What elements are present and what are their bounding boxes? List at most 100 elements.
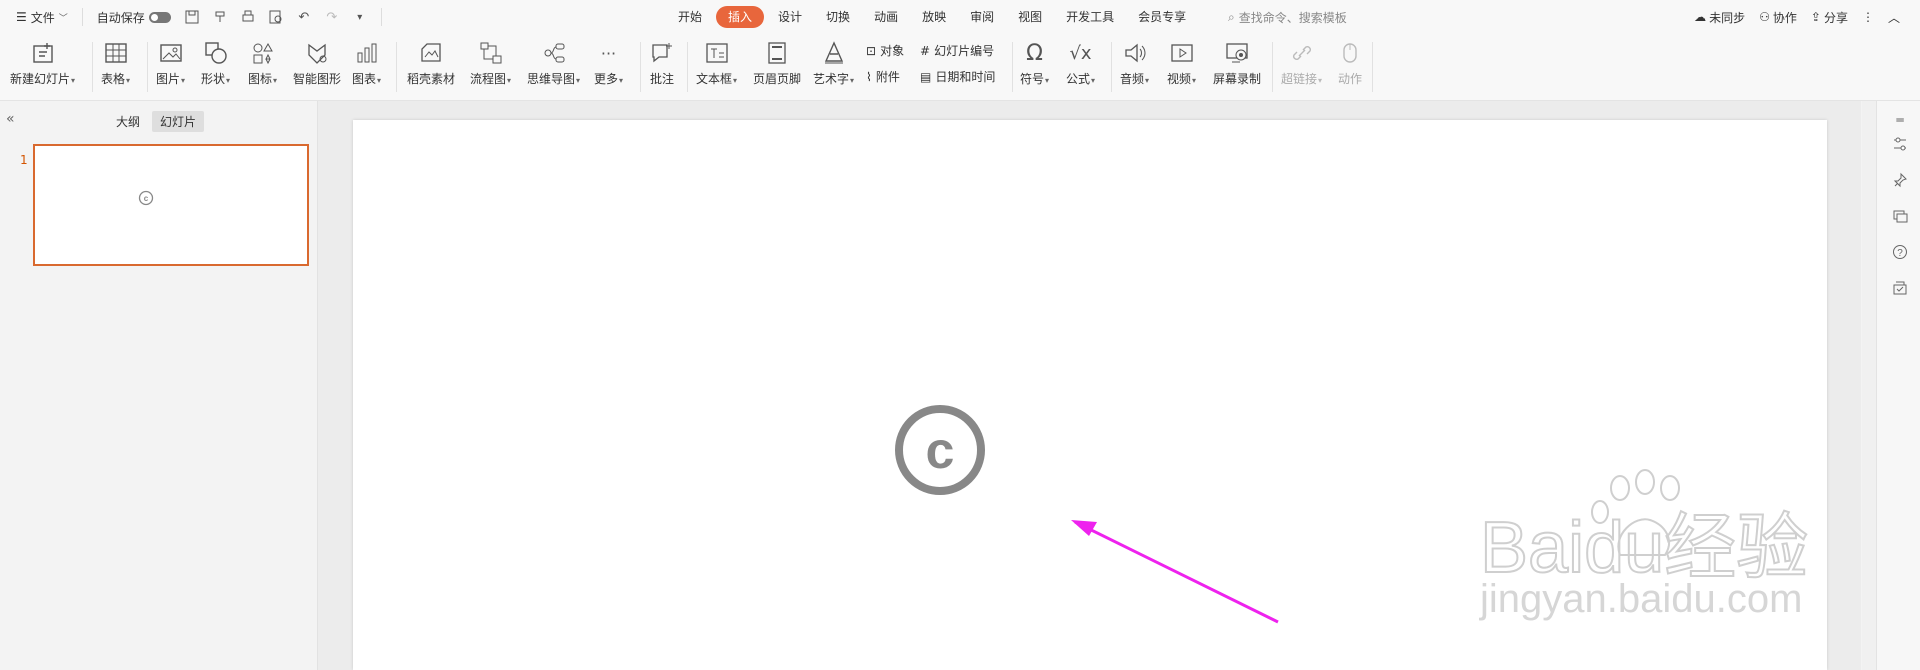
print-icon[interactable] bbox=[237, 6, 259, 28]
collapse-panel-icon[interactable]: « bbox=[6, 111, 15, 127]
date-time-button[interactable]: ▤ 日期和时间 bbox=[920, 68, 995, 85]
new-slide-icon bbox=[29, 38, 57, 68]
watermark-url: jingyan.baidu.com bbox=[1479, 577, 1802, 621]
tab-slides[interactable]: 幻灯片 bbox=[152, 111, 205, 132]
header-footer-icon bbox=[763, 38, 791, 68]
picture-button[interactable]: 图片▾ bbox=[156, 38, 185, 96]
audio-label: 音频 bbox=[1120, 72, 1145, 86]
undo-icon[interactable]: ↶ bbox=[293, 6, 315, 28]
header-footer-button[interactable]: 页眉页脚 bbox=[753, 38, 801, 96]
icon-button[interactable]: 图标▾ bbox=[248, 38, 277, 96]
screen-record-button[interactable]: 屏幕录制 bbox=[1213, 38, 1261, 96]
date-time-label: 日期和时间 bbox=[935, 70, 996, 84]
cloud-icon: ☁ bbox=[1694, 10, 1707, 24]
smart-graphic-button[interactable]: 智能图形 bbox=[293, 38, 341, 96]
tab-slideshow[interactable]: 放映 bbox=[910, 6, 958, 28]
copyright-symbol[interactable]: c bbox=[895, 405, 985, 495]
save-icon[interactable] bbox=[181, 6, 203, 28]
customize-toolbar-icon[interactable]: ▾ bbox=[349, 6, 371, 28]
toggle-switch-icon[interactable] bbox=[148, 11, 171, 23]
tab-outline[interactable]: 大纲 bbox=[108, 111, 148, 132]
chevron-down-icon: ﹀ bbox=[58, 13, 68, 24]
header-footer-label: 页眉页脚 bbox=[753, 72, 802, 86]
tab-membership[interactable]: 会员专享 bbox=[1126, 6, 1198, 28]
new-slide-button[interactable]: 新建幻灯片▾ bbox=[10, 38, 75, 96]
omega-icon: Ω bbox=[1026, 40, 1043, 66]
video-icon bbox=[1168, 38, 1196, 68]
backup-icon[interactable] bbox=[1891, 279, 1909, 297]
formula-button[interactable]: √x 公式▾ bbox=[1066, 38, 1095, 96]
chart-button[interactable]: 图表▾ bbox=[352, 38, 381, 96]
symbol-button[interactable]: Ω 符号▾ bbox=[1020, 38, 1049, 96]
mouse-icon bbox=[1336, 38, 1364, 68]
sync-button[interactable]: ☁ 未同步 bbox=[1694, 9, 1745, 26]
slide-number-label: 幻灯片编号 bbox=[934, 44, 995, 58]
docer-material-label: 稻壳素材 bbox=[407, 72, 456, 86]
shape-label: 形状 bbox=[201, 72, 226, 86]
copyright-letter: c bbox=[926, 422, 955, 480]
chart-label: 图表 bbox=[352, 72, 377, 86]
docer-material-button[interactable]: 稻壳素材 bbox=[407, 38, 455, 96]
print-preview-icon[interactable] bbox=[265, 6, 287, 28]
tab-view[interactable]: 视图 bbox=[1006, 6, 1054, 28]
flowchart-icon bbox=[477, 38, 505, 68]
mindmap-icon bbox=[540, 38, 568, 68]
slides-icon[interactable] bbox=[1891, 207, 1909, 225]
tab-developer[interactable]: 开发工具 bbox=[1054, 6, 1126, 28]
more-label: 更多 bbox=[594, 72, 619, 86]
smart-graphic-icon bbox=[303, 38, 331, 68]
tab-design[interactable]: 设计 bbox=[766, 6, 814, 28]
screen-record-icon bbox=[1223, 38, 1251, 68]
pin-icon[interactable] bbox=[1891, 171, 1909, 189]
file-menu[interactable]: ☰ 文件 ﹀ bbox=[12, 5, 72, 29]
slide-number-button[interactable]: # 幻灯片编号 bbox=[920, 42, 994, 59]
command-search[interactable]: ⌕ 查找命令、搜索模板 bbox=[1228, 0, 1347, 34]
share-button[interactable]: ⇪ 分享 bbox=[1811, 9, 1848, 26]
shape-button[interactable]: 形状▾ bbox=[201, 38, 230, 96]
baidu-watermark: Baidu经验 jingyan.baidu.com bbox=[1479, 469, 1809, 621]
ellipsis-icon: ··· bbox=[600, 43, 617, 63]
action-button[interactable]: 动作 bbox=[1336, 38, 1364, 96]
mindmap-button[interactable]: 思维导图▾ bbox=[527, 38, 580, 96]
autosave-toggle[interactable]: 自动保存 bbox=[93, 5, 175, 29]
audio-button[interactable]: 音频▾ bbox=[1120, 38, 1149, 96]
hyperlink-button[interactable]: 超链接▾ bbox=[1281, 38, 1322, 96]
title-bar: ☰ 文件 ﹀ 自动保存 ↶ ↷ ▾ 开始 插入 设计 切换 动画 放映 审阅 视… bbox=[0, 0, 1920, 34]
object-label: 对象 bbox=[880, 44, 905, 58]
slide-thumbnail[interactable]: c bbox=[33, 144, 309, 266]
textbox-button[interactable]: 文本框▾ bbox=[696, 38, 737, 96]
video-button[interactable]: 视频▾ bbox=[1167, 38, 1196, 96]
collab-button[interactable]: ⚇ 协作 bbox=[1759, 9, 1797, 26]
wordart-button[interactable]: 艺术字▾ bbox=[813, 38, 854, 96]
attachment-button[interactable]: ⌇ 附件 bbox=[866, 68, 900, 85]
speaker-icon bbox=[1121, 38, 1149, 68]
sync-label: 未同步 bbox=[1709, 10, 1746, 25]
hamburger-icon: ☰ bbox=[16, 10, 27, 24]
redo-icon[interactable]: ↷ bbox=[321, 6, 343, 28]
video-label: 视频 bbox=[1167, 72, 1192, 86]
object-button[interactable]: ⊡ 对象 bbox=[866, 42, 904, 59]
settings-sliders-icon[interactable] bbox=[1891, 135, 1909, 153]
tab-home[interactable]: 开始 bbox=[666, 6, 714, 28]
textbox-label: 文本框 bbox=[696, 72, 733, 86]
table-label: 表格 bbox=[101, 72, 126, 86]
comment-button[interactable]: 批注 bbox=[648, 38, 676, 96]
drag-handle-icon[interactable]: ═ bbox=[1891, 111, 1909, 129]
vertical-scrollbar[interactable] bbox=[1862, 101, 1876, 670]
share-icon: ⇪ bbox=[1810, 10, 1821, 24]
collapse-ribbon-icon[interactable]: ︿ bbox=[1888, 9, 1900, 26]
more-options-icon[interactable]: ⋮ bbox=[1862, 10, 1874, 24]
watermark-brand: Baidu经验 bbox=[1480, 508, 1808, 588]
flowchart-button[interactable]: 流程图▾ bbox=[470, 38, 511, 96]
tab-animations[interactable]: 动画 bbox=[862, 6, 910, 28]
more-button[interactable]: ··· 更多▾ bbox=[594, 38, 623, 96]
format-painter-icon[interactable] bbox=[209, 6, 231, 28]
help-icon[interactable]: ? bbox=[1891, 243, 1909, 261]
tab-insert[interactable]: 插入 bbox=[716, 6, 765, 28]
link-icon bbox=[1288, 38, 1316, 68]
table-button[interactable]: 表格▾ bbox=[101, 38, 130, 96]
tab-transitions[interactable]: 切换 bbox=[814, 6, 862, 28]
table-icon bbox=[102, 38, 130, 68]
flowchart-label: 流程图 bbox=[470, 72, 507, 86]
tab-review[interactable]: 审阅 bbox=[958, 6, 1006, 28]
